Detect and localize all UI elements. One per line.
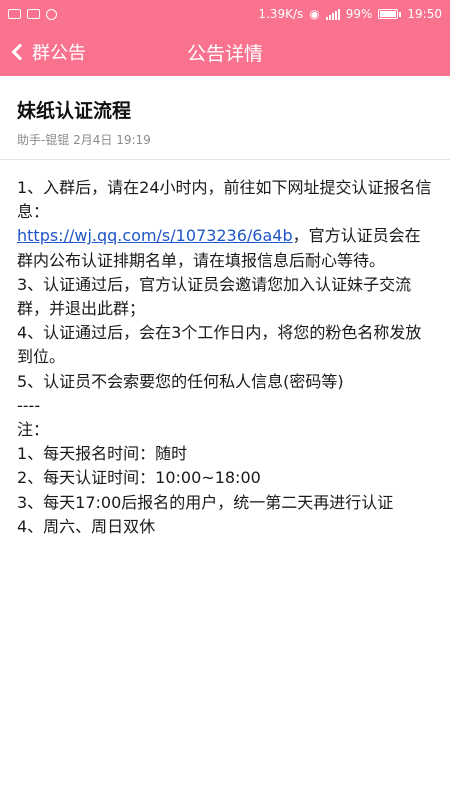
- announcement-body: 1、入群后，请在24小时内，前往如下网址提交认证报名信息： https://wj…: [17, 176, 435, 539]
- back-label: 群公告: [32, 43, 86, 64]
- status-bar: 1.39K/s ◉ 99% 19:50: [0, 0, 450, 28]
- announcement-title: 妹纸认证流程: [17, 100, 132, 122]
- clock: 19:50: [407, 7, 442, 21]
- body-line-5: 5、认证员不会索要您的任何私人信息(密码等): [17, 371, 344, 391]
- note-item: 1、每天报名时间：随时: [17, 444, 188, 464]
- announcement-header: 妹纸认证流程 助手-锟锟 2月4日 19:19: [0, 76, 450, 160]
- image-icon: [8, 9, 21, 19]
- signal-icon: [325, 8, 340, 20]
- note-item: 2、每天认证时间：10:00~18:00: [17, 468, 261, 488]
- battery-icon: [378, 9, 402, 19]
- divider-text: ----: [17, 395, 41, 415]
- record-icon: [46, 8, 57, 20]
- wifi-icon: ◉: [309, 7, 320, 21]
- net-speed: 1.39K/s: [258, 7, 304, 21]
- status-left: [8, 8, 57, 20]
- chevron-left-icon: [11, 43, 29, 61]
- nav-bar: 群公告 公告详情: [0, 28, 450, 76]
- body-line-1: 1、入群后，请在24小时内，前往如下网址提交认证报名信息：: [17, 178, 432, 222]
- battery-percent: 99%: [345, 7, 373, 21]
- body-line-4: 4、认证通过后，会在3个工作日内，将您的粉色名称发放到位。: [17, 323, 422, 367]
- status-right: 1.39K/s ◉ 99% 19:50: [258, 7, 442, 21]
- note-item: 4、周六、周日双休: [17, 516, 156, 536]
- body-line-2: https://wj.qq.com/s/1073236/6a4b，官方认证员会在…: [17, 224, 435, 272]
- announcement-meta: 助手-锟锟 2月4日 19:19: [17, 133, 151, 147]
- back-button[interactable]: 群公告: [0, 28, 86, 76]
- sim-icon: [27, 9, 40, 19]
- signup-link[interactable]: https://wj.qq.com/s/1073236/6a4b: [17, 226, 293, 245]
- note-title: 注：: [17, 420, 50, 440]
- body-line-3: 3、认证通过后，官方认证员会邀请您加入认证妹子交流群，并退出此群；: [17, 274, 412, 319]
- note-item: 3、每天17:00后报名的用户，统一第二天再进行认证: [17, 492, 394, 512]
